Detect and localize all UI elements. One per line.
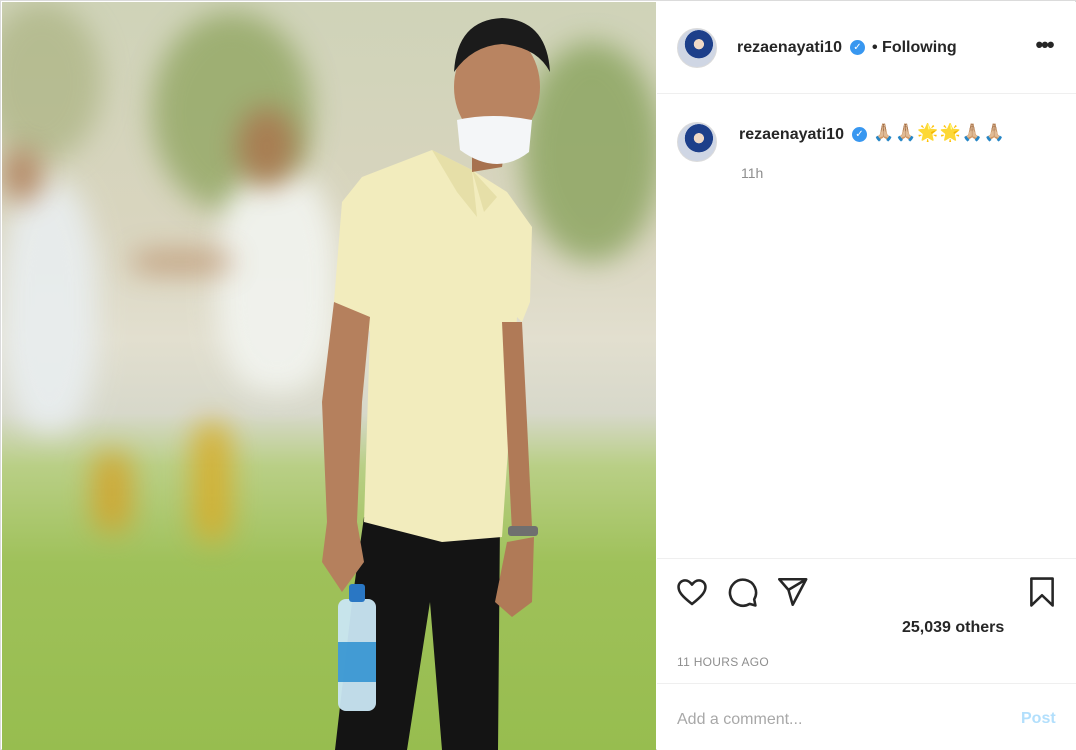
more-options-icon[interactable]: •••	[1029, 30, 1059, 60]
post-timestamp: 11 HOURS AGO	[677, 655, 770, 669]
heart-icon[interactable]	[675, 575, 709, 609]
verified-badge-icon: ✓	[852, 127, 867, 142]
bookmark-icon[interactable]	[1025, 575, 1059, 609]
likes-count[interactable]: 25,039 others	[902, 619, 1004, 637]
verified-badge-icon: ✓	[850, 40, 865, 55]
post-sidebar: rezaenayati10 ✓ • Following ••• rezaenay…	[657, 2, 1076, 750]
post-dialog: rezaenayati10 ✓ • Following ••• rezaenay…	[0, 0, 1076, 750]
comment-input[interactable]	[677, 708, 997, 732]
coach-figure	[322, 18, 550, 750]
paper-plane-icon[interactable]	[775, 575, 809, 609]
post-header: rezaenayati10 ✓ • Following •••	[657, 2, 1076, 94]
avatar[interactable]	[677, 122, 717, 162]
caption-username[interactable]: rezaenayati10	[739, 126, 844, 144]
header-username[interactable]: rezaenayati10	[737, 39, 842, 57]
caption-time: 11h	[741, 165, 764, 181]
comment-form: Post	[657, 683, 1076, 750]
caption-text: 🙏🏼🙏🏼🌟🌟🙏🏼🙏🏼	[873, 123, 1007, 142]
post-comment-button[interactable]: Post	[1021, 710, 1056, 728]
following-button[interactable]: • Following	[872, 39, 957, 57]
post-photo[interactable]	[2, 2, 656, 750]
avatar[interactable]	[677, 28, 717, 68]
comment-bubble-icon[interactable]	[725, 575, 759, 609]
